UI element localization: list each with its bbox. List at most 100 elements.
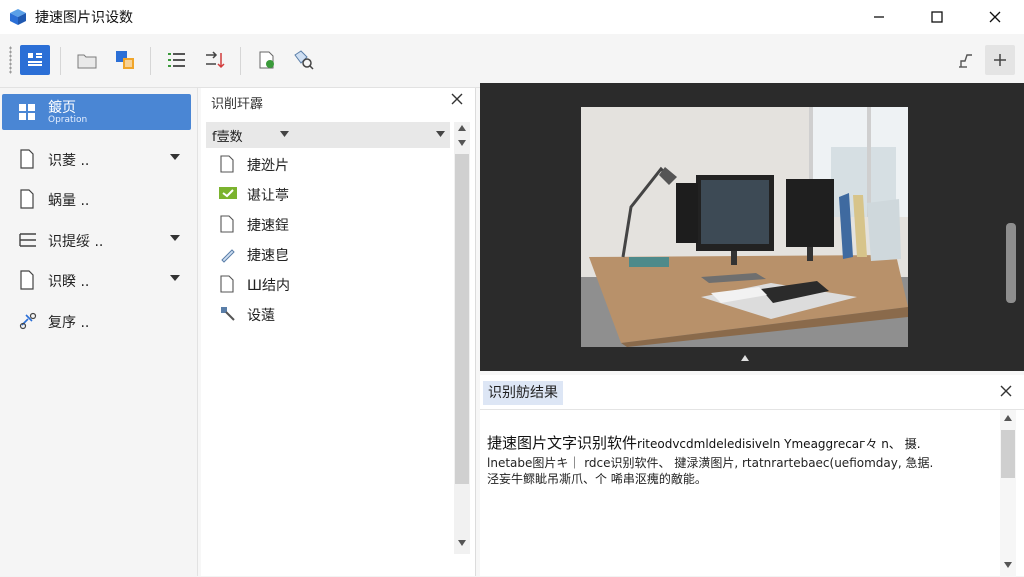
toolbar-separator [150, 47, 151, 75]
file-item-label: 捷速鋥 [247, 218, 289, 234]
result-heading-title: 捷速图片文字识别软件 [487, 434, 638, 452]
file-panel-title: 识削玕霹 [211, 97, 264, 112]
nav-item-label: 复序 .. [48, 315, 90, 331]
list-icon [168, 53, 185, 67]
toolbar-open-button[interactable] [72, 45, 102, 75]
toolbar-export-button[interactable] [251, 45, 281, 75]
app-window: 捷速图片识设数 鍍页 Opration 识菱 .. 蜗量 .. 识提绥 .. 识… [0, 0, 1024, 577]
document-icon [220, 155, 234, 173]
preview-photo [581, 107, 908, 347]
home-grid-icon [19, 104, 35, 120]
caret-down-icon[interactable] [170, 274, 180, 282]
maximize-icon [931, 11, 943, 23]
file-item[interactable]: 设薳 [219, 302, 439, 326]
export-icon [259, 51, 274, 69]
result-heading: 捷速图片文字识别软件riteodvcdmldeledisiveln Ymeagg… [487, 432, 921, 453]
file-item[interactable]: 谌让葶 [219, 182, 439, 206]
toolbar-scan-button[interactable] [20, 45, 50, 75]
caret-down-icon [436, 131, 445, 137]
file-item-label: Ш结内 [247, 278, 290, 294]
minimize-icon [874, 16, 884, 18]
document-icon [220, 275, 234, 293]
scrollbar-thumb[interactable] [1001, 430, 1015, 478]
tool-icon [221, 307, 235, 321]
nav-item-1[interactable]: 识菱 .. [0, 144, 196, 174]
document-icon [20, 270, 34, 290]
scroll-up-icon[interactable] [458, 125, 466, 131]
toolbar-separator [60, 47, 61, 75]
file-item-label: 设薳 [247, 308, 275, 324]
toolbar-grip[interactable] [9, 46, 12, 74]
file-filter-value: f壹数 [212, 130, 243, 145]
collapse-arrow-icon[interactable] [741, 355, 749, 361]
nav-item-label: 蜗量 .. [48, 193, 90, 209]
check-badge-icon [219, 187, 237, 199]
file-panel: 识削玕霹 f壹数 捷迯片 谌让葶 捷速鋥 捷速皀 Ш结内 设薳 [201, 88, 476, 576]
close-icon[interactable] [1000, 385, 1012, 397]
scrollbar-thumb[interactable] [455, 154, 469, 484]
result-panel: 识别舫结果 捷速图片文字识别软件riteodvcdmldeledisiveln … [480, 375, 1024, 577]
toolbar-images-button[interactable] [110, 45, 140, 75]
lines-icon [19, 233, 36, 247]
result-heading-tail: riteodvcdmldeledisiveln Ymeaggrecaг々 n、 … [637, 437, 921, 451]
images-icon [116, 51, 134, 69]
file-item[interactable]: Ш结内 [219, 272, 439, 296]
scroll-up-icon[interactable] [1004, 415, 1012, 421]
result-line: lnetabe图片キ｜ rdce识别软件、 揵渌潢图片, rtatnrarteb… [487, 456, 934, 470]
caret-down-icon[interactable] [170, 153, 180, 161]
scan-icon [28, 53, 42, 66]
toolbar-add-button[interactable] [985, 45, 1015, 75]
file-filter-dropdown[interactable]: f壹数 [206, 122, 450, 148]
nav-item-4[interactable]: 识睽 .. [0, 265, 196, 295]
title-bar: 捷速图片识设数 [0, 0, 1024, 34]
nav-item-label: 识睽 .. [48, 274, 90, 290]
file-item[interactable]: 捷迯片 [219, 152, 439, 176]
result-line: 泾妄牛鳏眦吊凘爪、个 唏串沤瘣的敵能。 [487, 472, 707, 486]
file-item-label: 捷迯片 [247, 158, 289, 174]
nav-home-sublabel: Opration [48, 115, 88, 125]
preview-scrollbar[interactable] [1006, 223, 1016, 303]
folder-icon [77, 54, 97, 69]
caret-down-icon[interactable] [170, 234, 180, 242]
app-title: 捷速图片识设数 [35, 10, 133, 26]
minimize-button[interactable] [850, 0, 908, 34]
image-preview [480, 83, 1024, 371]
toolbar-sort-button[interactable] [200, 45, 230, 75]
close-icon [989, 11, 1001, 23]
scroll-down-icon[interactable] [1004, 562, 1012, 568]
caret-down-icon [280, 131, 289, 137]
nav-item-3[interactable]: 识提绥 .. [0, 225, 196, 255]
close-button[interactable] [966, 0, 1024, 34]
result-tab[interactable]: 识别舫结果 [483, 381, 563, 405]
close-icon[interactable] [451, 93, 463, 105]
file-item[interactable]: 捷速皀 [219, 242, 439, 266]
result-text-area[interactable]: 捷速图片文字识别软件riteodvcdmldeledisiveln Ymeagg… [480, 409, 1024, 577]
nav-home[interactable]: 鍍页 Opration [2, 94, 191, 130]
scroll-up-icon[interactable] [458, 140, 466, 146]
scroll-down-icon[interactable] [458, 540, 466, 546]
document-icon [220, 215, 234, 233]
pen-icon [221, 249, 235, 263]
file-item-label: 谌让葶 [247, 188, 289, 204]
sort-icon [206, 51, 225, 69]
toolbar-separator [240, 47, 241, 75]
file-panel-scrollbar[interactable] [454, 122, 470, 554]
toolbar-search-button[interactable] [289, 45, 319, 75]
app-logo-icon [10, 9, 26, 25]
result-scrollbar[interactable] [1000, 410, 1016, 577]
maximize-button[interactable] [908, 0, 966, 34]
settings-icon [19, 312, 37, 330]
nav-item-label: 识菱 .. [48, 153, 90, 169]
nav-item-5[interactable]: 复序 .. [0, 306, 196, 336]
document-icon [20, 189, 34, 209]
nav-item-2[interactable]: 蜗量 .. [0, 184, 196, 214]
nav-home-label: 鍍页 [48, 100, 76, 116]
file-item-label: 捷速皀 [247, 248, 289, 264]
nav-item-label: 识提绥 .. [48, 234, 104, 250]
file-item[interactable]: 捷速鋥 [219, 212, 439, 236]
toolbar-list-button[interactable] [162, 45, 192, 75]
search-tag-icon [294, 50, 314, 70]
toolbar-pin-button[interactable] [951, 45, 981, 75]
window-controls [850, 0, 1024, 34]
document-icon [20, 149, 34, 169]
